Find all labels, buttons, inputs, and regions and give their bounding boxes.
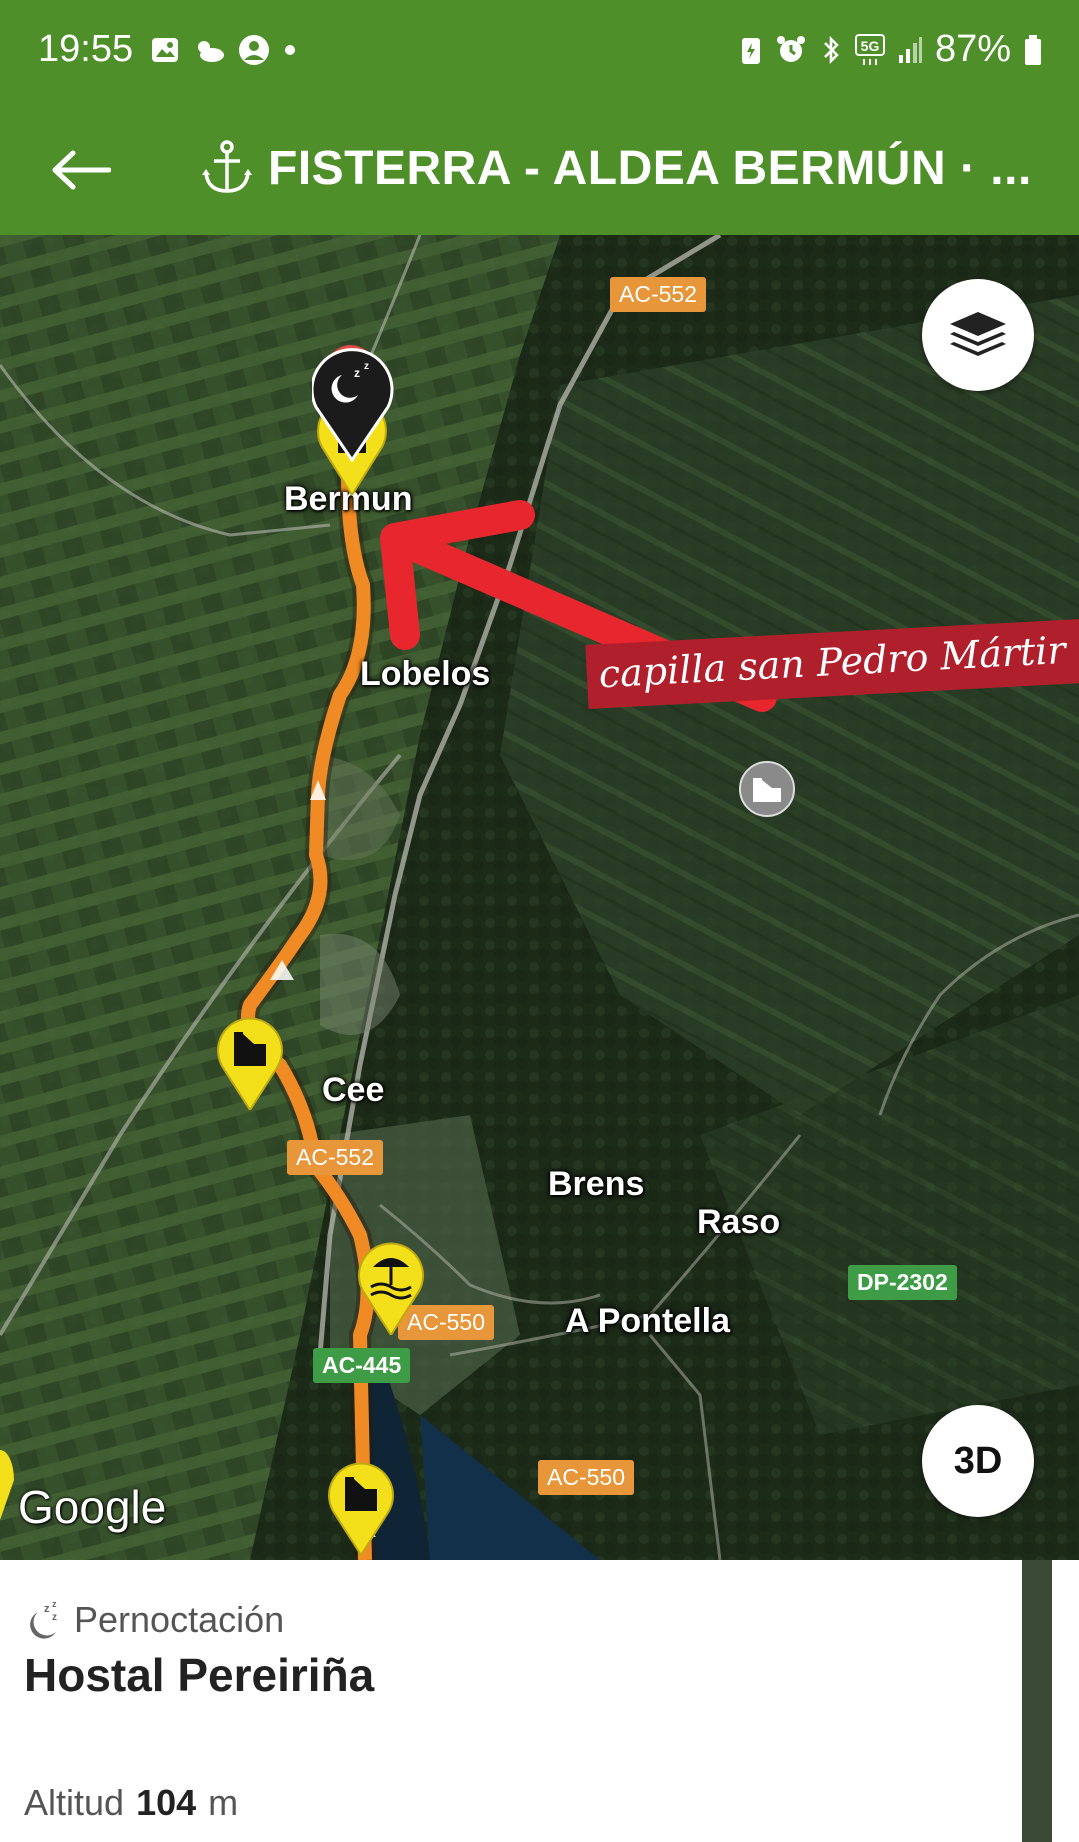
google-attribution: Google	[18, 1481, 167, 1533]
road-label-ac552: AC-552	[287, 1140, 383, 1175]
account-icon	[238, 34, 270, 66]
place-label-cee: Cee	[322, 1071, 385, 1109]
poi-altitude: Altitud 104 m	[24, 1782, 238, 1824]
battery-percent: 87%	[934, 28, 1011, 70]
place-label-lobelos: Lobelos	[360, 655, 491, 693]
poi-category-label: Pernoctación	[74, 1599, 285, 1640]
road-label-dp2302: DP-2302	[848, 1265, 957, 1300]
signal-icon	[897, 35, 923, 65]
toolbar-title-group: FISTERRA - ALDEA BERMÚN · ...	[200, 128, 1029, 208]
svg-text:z: z	[52, 1599, 57, 1609]
svg-text:z: z	[354, 366, 360, 380]
anchor-icon	[200, 139, 254, 197]
place-label-brens: Brens	[548, 1165, 645, 1203]
map-view[interactable]: AC-552 AC-552 AC-550 AC-445 AC-550 DP-23…	[0, 235, 1079, 1560]
svg-text:z: z	[52, 1612, 57, 1623]
3d-view-button[interactable]: 3D	[922, 1405, 1034, 1517]
annotation-arrow	[380, 500, 777, 712]
road-label-ac445: AC-445	[313, 1348, 411, 1383]
svg-text:z: z	[44, 1603, 50, 1615]
chapel-poi-marker[interactable]	[738, 760, 796, 823]
network-5g-label: 5G	[861, 38, 880, 54]
place-label-a-pontella: A Pontella	[565, 1302, 730, 1340]
svg-text:z: z	[364, 361, 369, 372]
next-card-peek[interactable]	[1052, 1560, 1079, 1842]
3d-view-label: 3D	[953, 1439, 1003, 1482]
status-time: 19:55	[38, 28, 134, 70]
route-title: FISTERRA - ALDEA BERMÚN · ...	[268, 141, 1029, 195]
poi-name: Hostal Pereiriña	[24, 1649, 375, 1701]
system-icons: 5G 87%	[739, 28, 1043, 71]
arrow-back-icon	[49, 150, 111, 190]
poi-category: z z z Pernoctación	[22, 1598, 284, 1642]
battery-icon	[1023, 34, 1043, 66]
back-button[interactable]	[40, 130, 120, 210]
altitude-label: Altitud	[24, 1782, 125, 1823]
sleep-moon-icon: z z z	[22, 1598, 66, 1642]
altitude-value: 104	[136, 1782, 197, 1823]
battery-saver-icon	[739, 34, 763, 66]
network-5g-icon: 5G	[854, 33, 885, 67]
road-label-ac552: AC-552	[610, 277, 706, 312]
beach-marker[interactable]	[355, 1235, 427, 1340]
lodging-marker[interactable]	[214, 1010, 286, 1115]
road-label-ac550: AC-550	[538, 1460, 634, 1495]
lodging-marker[interactable]	[325, 1455, 397, 1560]
alarm-icon	[775, 34, 807, 66]
gallery-icon	[150, 35, 180, 65]
more-notifications-dot-icon	[282, 42, 298, 58]
layers-icon	[948, 310, 1008, 360]
notification-icons	[150, 34, 298, 66]
map-layers-button[interactable]	[922, 279, 1034, 391]
altitude-unit: m	[208, 1782, 239, 1823]
weather-icon	[192, 35, 226, 65]
place-label-raso: Raso	[697, 1203, 781, 1241]
partial-marker[interactable]	[0, 1450, 14, 1525]
bluetooth-icon	[819, 34, 843, 66]
status-bar: 19:55 5G 87%	[0, 0, 1079, 100]
selected-lodging-marker[interactable]: z z	[310, 335, 402, 500]
app-toolbar: FISTERRA - ALDEA BERMÚN · ...	[0, 100, 1079, 235]
poi-bottom-sheet[interactable]: z z z Pernoctación Hostal Pereiriña Alti…	[0, 1560, 1022, 1842]
